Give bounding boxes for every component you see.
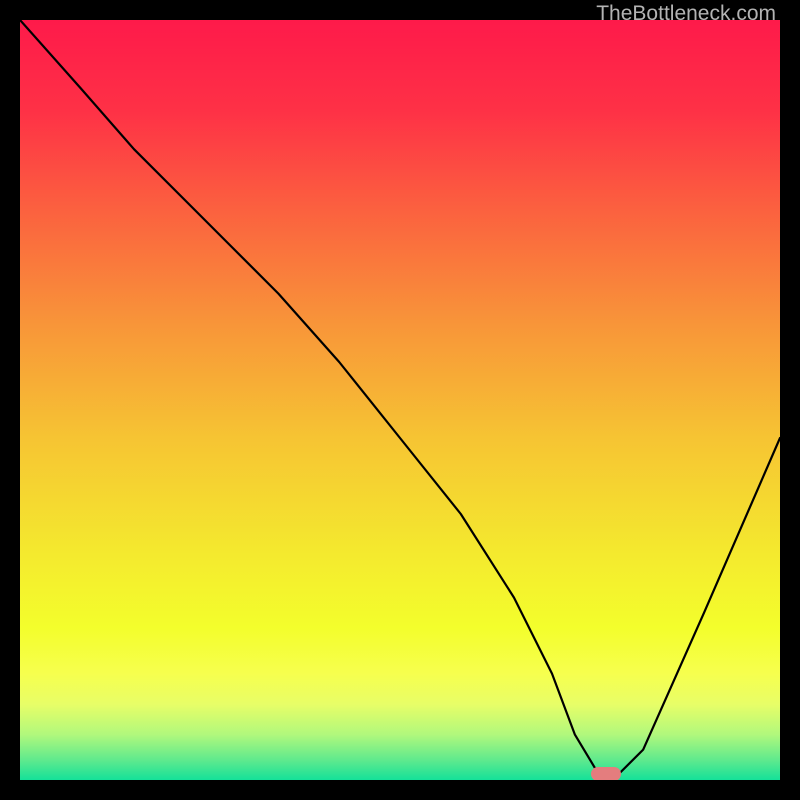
curve-line — [20, 20, 780, 780]
highlight-marker — [591, 767, 621, 780]
plot-area — [20, 20, 780, 780]
watermark-text: TheBottleneck.com — [596, 2, 776, 26]
